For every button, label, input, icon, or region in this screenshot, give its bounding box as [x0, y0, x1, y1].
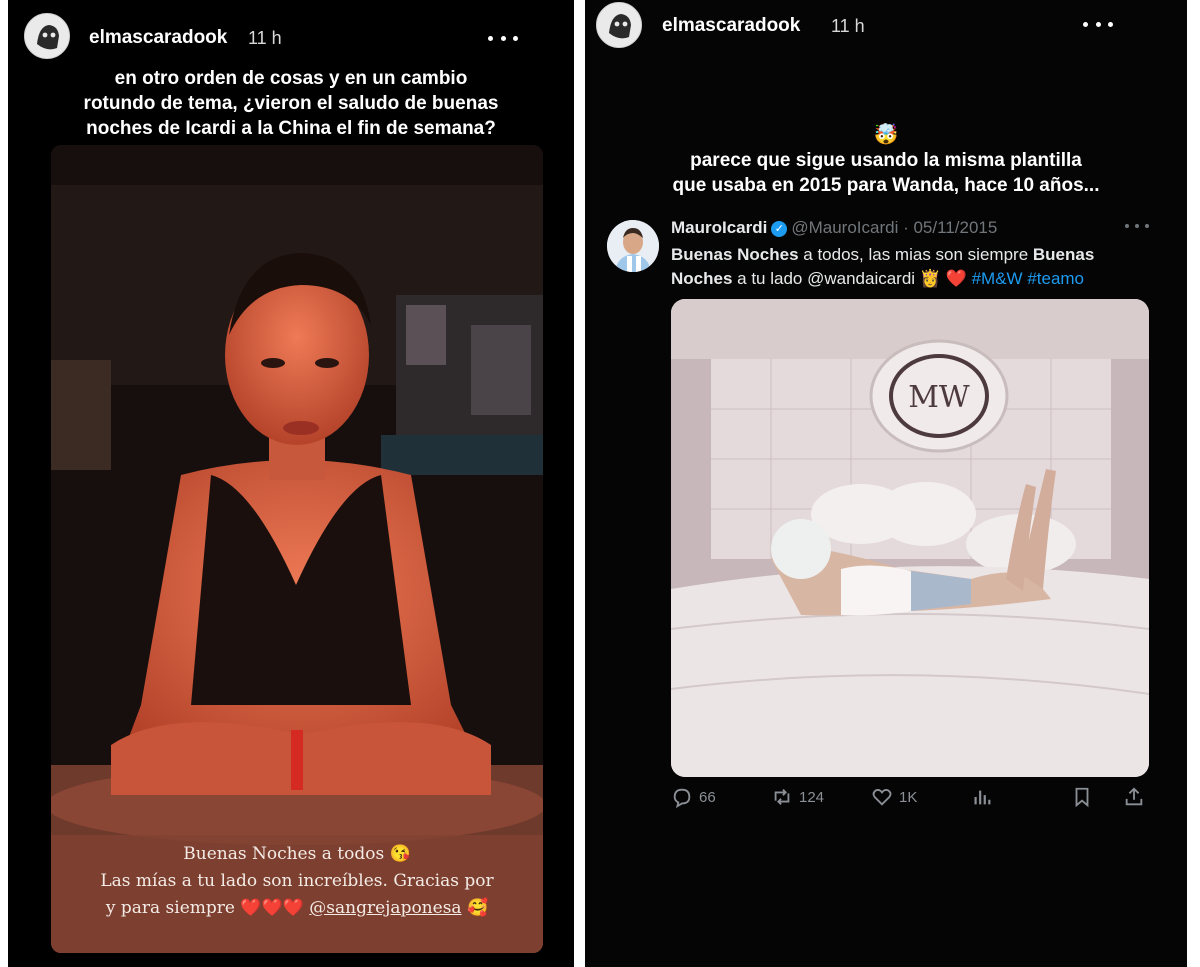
- photo-caption-line: y para siempre ❤️❤️❤️ @sangrejaponesa 🥰: [51, 895, 543, 922]
- photo-caption-line: Buenas Noches a todos 😘: [183, 844, 411, 864]
- like-button[interactable]: 1K: [871, 786, 917, 808]
- reply-count: 66: [699, 788, 716, 806]
- tweet-text-part: a tu lado @wandaicardi 👸 ❤️: [732, 269, 972, 288]
- views-button[interactable]: [971, 786, 993, 808]
- username[interactable]: elmascaradook: [89, 27, 227, 49]
- reply-icon: [673, 788, 691, 808]
- left-story-panel: elmascaradook 11 h en otro orden de cosa…: [8, 0, 574, 967]
- caption-line: parece que sigue usando la misma plantil…: [690, 150, 1082, 171]
- story-caption: 🤯 parece que sigue usando la misma plant…: [585, 123, 1187, 198]
- mention-link[interactable]: @sangrejaponesa: [309, 898, 461, 918]
- share-icon: [1125, 787, 1143, 806]
- tweet-author-name[interactable]: MauroIcardi: [671, 218, 767, 237]
- tweet-more-icon[interactable]: [1125, 220, 1149, 232]
- photo-caption-text: y para siempre: [105, 898, 235, 918]
- hashtag-link[interactable]: #M&W: [972, 269, 1023, 288]
- smiling-hearts-emoji: 🥰: [466, 898, 489, 918]
- caption-line: que usaba en 2015 para Wanda, hace 10 añ…: [672, 175, 1100, 196]
- caption-line: rotundo de tema, ¿vieron el saludo de bu…: [83, 93, 499, 114]
- right-story-panel: elmascaradook 11 h 🤯 parece que sigue us…: [585, 0, 1187, 967]
- share-button[interactable]: [1123, 786, 1145, 808]
- post-time: 11 h: [831, 16, 865, 36]
- like-count: 1K: [899, 788, 918, 806]
- photo-caption-line: Las mías a tu lado son increíbles. Graci…: [100, 871, 494, 891]
- tweet-bold-text: Buenas: [1032, 245, 1095, 264]
- retweet-icon: [774, 789, 790, 805]
- tweet-actions: 66 124 1K: [671, 786, 1149, 810]
- tweet-handle-date: @MauroIcardi · 05/11/2015: [791, 218, 998, 237]
- tweet-photo[interactable]: MW: [671, 299, 1149, 777]
- tweet-author-avatar[interactable]: [607, 220, 659, 272]
- story-caption: en otro orden de cosas y en un cambio ro…: [8, 66, 574, 141]
- heart-icon: [872, 789, 892, 806]
- tweet-text-part: a todos, las mias son siempre: [798, 245, 1033, 264]
- bookmark-button[interactable]: [1071, 786, 1093, 808]
- more-options-icon[interactable]: [488, 28, 518, 48]
- tweet-header: MauroIcardi ✓ @MauroIcardi · 05/11/2015: [671, 218, 997, 238]
- heart-emojis: ❤️❤️❤️: [240, 898, 304, 918]
- photo-illustration: [51, 145, 543, 953]
- caption-line: en otro orden de cosas y en un cambio: [114, 68, 468, 89]
- profile-avatar[interactable]: [596, 2, 642, 48]
- story-header: elmascaradook 11 h: [8, 0, 574, 72]
- profile-avatar[interactable]: [24, 13, 70, 59]
- tweet-text: Buenas Noches a todos, las mias son siem…: [671, 243, 1161, 291]
- retweet-count: 124: [799, 788, 825, 806]
- tweet-bold-text: Buenas Noches: [671, 245, 799, 264]
- reply-button[interactable]: 66: [671, 786, 716, 808]
- hashtag-link[interactable]: #teamo: [1027, 269, 1084, 288]
- photo-caption: Buenas Noches a todos 😘 Las mías a tu la…: [51, 835, 543, 953]
- verified-badge-icon: ✓: [771, 221, 788, 237]
- more-options-icon[interactable]: [1083, 14, 1113, 34]
- retweet-button[interactable]: 124: [771, 786, 824, 808]
- post-time: 11 h: [248, 28, 282, 48]
- story-header: elmascaradook 11 h: [585, 0, 1187, 72]
- tweet-bold-text: Noches: [671, 269, 733, 288]
- bedroom-illustration: MW: [671, 299, 1149, 777]
- username[interactable]: elmascaradook: [662, 15, 800, 37]
- bookmark-icon: [1075, 787, 1089, 808]
- bed-monogram: MW: [908, 380, 970, 415]
- analytics-icon: [974, 790, 991, 805]
- story-photo: Buenas Noches a todos 😘 Las mías a tu la…: [51, 145, 543, 953]
- mind-blown-emoji: 🤯: [873, 124, 899, 146]
- caption-line: noches de Icardi a la China el fin de se…: [86, 118, 496, 139]
